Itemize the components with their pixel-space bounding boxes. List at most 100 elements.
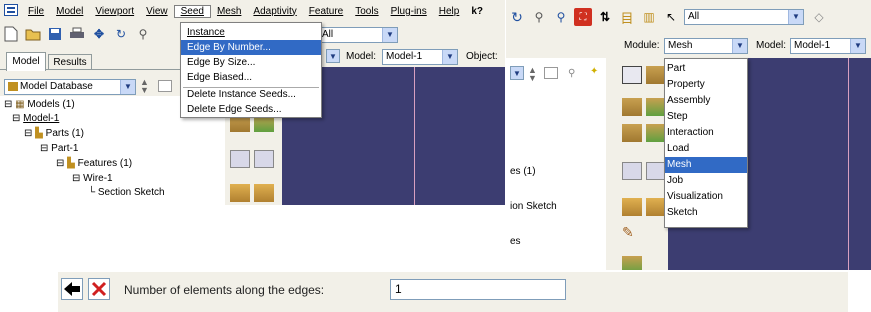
zoom-icon[interactable]: ⚲ (530, 8, 548, 26)
seed-menu-delete-edge-seeds[interactable]: Delete Edge Seeds... (181, 102, 321, 117)
open-folder-icon[interactable] (24, 25, 42, 43)
tree-item-section-sketch[interactable]: └ Section Sketch (88, 187, 165, 198)
whats-this-button[interactable]: k? (465, 6, 489, 17)
left-context-chevron[interactable]: ▼ (326, 49, 340, 63)
seed-menu-edge-by-number[interactable]: Edge By Number... (181, 40, 321, 55)
right-mesh-toolbox: ✎ (608, 58, 668, 270)
seed-edge-icon[interactable] (646, 66, 666, 84)
module-option-mesh[interactable]: Mesh (665, 157, 747, 173)
module-bar: Module: Mesh ▼ Model: Model-1 ▼ (506, 34, 871, 58)
left-model-combo[interactable]: Model-1 ▼ (382, 49, 458, 65)
right-tree-combo-arrow[interactable]: ▼ (510, 66, 524, 80)
right-tree-features[interactable]: es (1) (510, 166, 536, 177)
seed-menu-edge-biased[interactable]: Edge Biased... (181, 70, 321, 85)
tree-item-wire-1[interactable]: ⊟ Wire-1 (72, 173, 113, 184)
lightbulb-icon[interactable]: ✦ (590, 66, 598, 77)
auto-fit-icon[interactable]: ⛶ (574, 8, 592, 26)
menu-feature[interactable]: Feature (303, 6, 349, 17)
module-option-property[interactable]: Property (665, 77, 747, 93)
print-icon[interactable] (68, 25, 86, 43)
module-option-step[interactable]: Step (665, 109, 747, 125)
seed-part-icon[interactable] (622, 66, 642, 84)
chevron-down-icon: ▼ (732, 39, 747, 53)
filter-icon[interactable] (544, 67, 558, 79)
menu-plugins[interactable]: Plug-ins (385, 6, 433, 17)
menu-file[interactable]: File (22, 6, 50, 17)
tree-item-models[interactable]: ⊟ ▦ Models (1) (4, 99, 75, 110)
filter-icon[interactable] (158, 80, 172, 92)
seed-menu-instance[interactable]: Instance (181, 25, 321, 40)
selection-filter-right[interactable]: All ▼ (684, 9, 804, 25)
view-3d-icon[interactable]: ◇ (810, 8, 828, 26)
create-feature-icon[interactable] (622, 198, 642, 216)
right-tree-section-sketch[interactable]: ion Sketch (510, 201, 557, 212)
display-group-icon[interactable]: 目 (618, 8, 636, 26)
tree-item-part-1[interactable]: ⊟ Part-1 (40, 143, 78, 154)
back-button[interactable] (61, 278, 83, 300)
cycle-views-icon[interactable]: ⇅ (596, 8, 614, 26)
new-file-icon[interactable] (2, 25, 20, 43)
tab-results[interactable]: Results (48, 54, 92, 70)
model-database-combo[interactable]: Model Database ▼ (4, 79, 136, 95)
module-option-visualization[interactable]: Visualization (665, 189, 747, 205)
save-icon[interactable] (46, 25, 64, 43)
query-icon[interactable] (646, 162, 666, 180)
tab-model[interactable]: Model (6, 52, 46, 71)
rotate-icon[interactable]: ↻ (112, 25, 130, 43)
zoom-icon[interactable]: ⚲ (134, 25, 152, 43)
module-option-load[interactable]: Load (665, 141, 747, 157)
part-edge-line (848, 58, 849, 270)
tree-item-parts[interactable]: ⊟ ▙ Parts (1) (24, 128, 84, 139)
cancel-button[interactable] (88, 278, 110, 300)
mesh-controls-icon[interactable] (254, 150, 274, 168)
pan-icon[interactable]: ✥ (90, 25, 108, 43)
chevron-down-icon: ▼ (788, 10, 803, 24)
right-window: ↻ ⚲ ⚲ ⛶ ⇅ 目 ▥ ↖ All ▼ ◇ Module: Mesh ▼ Mod… (506, 0, 871, 270)
menu-help[interactable]: Help (433, 6, 466, 17)
element-count-input[interactable]: 1 (390, 279, 566, 300)
seed-menu-delete-instance-seeds[interactable]: Delete Instance Seeds... (181, 87, 321, 102)
module-combo[interactable]: Mesh ▼ (664, 38, 748, 54)
updown-arrows-icon[interactable]: ▲ ▼ (528, 66, 537, 83)
mesh-controls-icon[interactable] (622, 124, 642, 142)
edit-feature-icon[interactable] (646, 198, 666, 216)
menu-viewport[interactable]: Viewport (89, 6, 140, 17)
right-model-combo[interactable]: Model-1 ▼ (790, 38, 866, 54)
right-model-label: Model: (756, 40, 787, 51)
verify-mesh-icon[interactable] (254, 184, 274, 202)
mesh-region-icon[interactable] (646, 98, 666, 116)
module-option-part[interactable]: Part (665, 61, 747, 77)
object-label: Object: (466, 51, 498, 62)
selection-filter-left[interactable]: All ▼ (318, 27, 398, 43)
menu-view[interactable]: View (140, 6, 174, 17)
module-option-job[interactable]: Job (665, 173, 747, 189)
menu-tools[interactable]: Tools (349, 6, 384, 17)
module-label: Module: (624, 40, 660, 51)
app-menu-icon[interactable] (0, 3, 22, 19)
select-cursor-icon[interactable]: ↖ (662, 8, 680, 26)
zoom-box-icon[interactable]: ⚲ (552, 8, 570, 26)
partition-icon[interactable] (622, 256, 642, 270)
module-option-interaction[interactable]: Interaction (665, 125, 747, 141)
updown-arrows-icon[interactable]: ▲ ▼ (140, 78, 149, 95)
right-tree-fragment-3[interactable]: es (510, 236, 521, 247)
tree-tool-icon[interactable]: ⚲ (568, 68, 575, 79)
rotate-icon[interactable]: ↻ (508, 8, 526, 26)
element-type-icon[interactable] (230, 184, 250, 202)
tree-item-features[interactable]: ⊟ ▙ Features (1) (56, 158, 132, 169)
module-option-sketch[interactable]: Sketch (665, 205, 747, 221)
mesh-part-icon[interactable] (230, 150, 250, 168)
menu-model[interactable]: Model (50, 6, 89, 17)
menu-adaptivity[interactable]: Adaptivity (247, 6, 302, 17)
verify-mesh-icon[interactable] (622, 162, 642, 180)
database-icon (8, 81, 18, 91)
element-type-icon[interactable] (646, 124, 666, 142)
pencil-icon[interactable]: ✎ (622, 224, 642, 242)
replace-icon[interactable]: ▥ (640, 8, 658, 26)
mesh-part-icon[interactable] (622, 98, 642, 116)
menu-mesh[interactable]: Mesh (211, 6, 247, 17)
menu-seed[interactable]: Seed (173, 4, 211, 18)
seed-menu-edge-by-size[interactable]: Edge By Size... (181, 55, 321, 70)
tree-item-model-1[interactable]: ⊟ Model-1 (12, 113, 59, 124)
module-option-assembly[interactable]: Assembly (665, 93, 747, 109)
